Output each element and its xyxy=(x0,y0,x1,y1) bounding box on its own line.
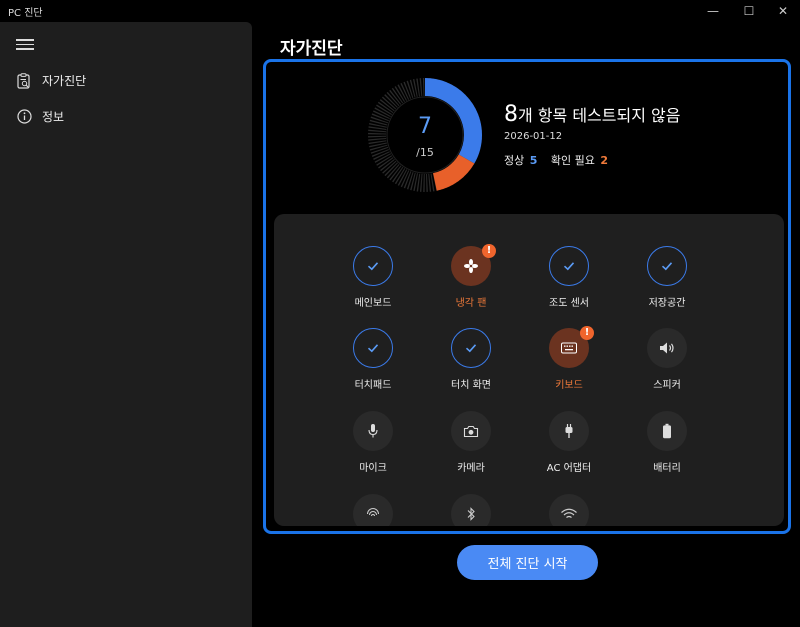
info-icon xyxy=(16,109,32,125)
sidebar-item-label: 자가진단 xyxy=(42,74,87,88)
tile-fan-1[interactable]: ! 냉각 팬 xyxy=(422,244,520,316)
start-full-diagnosis-button[interactable]: 전체 진단 시작 xyxy=(457,545,598,580)
tile-battery-11[interactable]: 배터리 xyxy=(618,411,716,481)
check-icon xyxy=(451,328,491,368)
plug-icon xyxy=(549,411,589,451)
tile-bluetooth-13[interactable] xyxy=(422,494,520,526)
warning-label: 확인 필요 xyxy=(550,154,595,167)
tile-camera-9[interactable]: 카메라 xyxy=(422,411,520,481)
tile-check-5[interactable]: 터치 화면 xyxy=(422,328,520,398)
diagnosis-panel: 7 /15 8개 항목 테스트되지 않음 2026-01-12 정상 5 확인 … xyxy=(263,59,791,534)
clipboard-search-icon xyxy=(16,72,32,89)
test-date: 2026-01-12 xyxy=(504,131,563,142)
fingerprint-icon xyxy=(353,494,393,526)
sidebar-item-self-diagnosis[interactable]: 자가진단 xyxy=(16,72,86,89)
tile-check-2[interactable]: 조도 센서 xyxy=(520,246,618,316)
tile-label: 배터리 xyxy=(653,463,681,474)
normal-count: 5 xyxy=(529,154,538,167)
tile-microphone-8[interactable]: 마이크 xyxy=(324,411,422,481)
tile-label: 저장공간 xyxy=(648,298,686,309)
score-donut: 7 /15 xyxy=(366,76,484,194)
tile-label: 마이크 xyxy=(359,463,387,474)
camera-icon xyxy=(451,411,491,451)
summary: 8개 항목 테스트되지 않음 2026-01-12 정상 5 확인 필요 2 xyxy=(504,102,680,168)
warning-count: 2 xyxy=(600,154,609,167)
hamburger-icon[interactable] xyxy=(16,36,34,52)
maximize-button[interactable]: ☐ xyxy=(730,0,768,22)
tile-label: 메인보드 xyxy=(354,298,392,309)
check-icon xyxy=(549,246,589,286)
warning-badge-icon: ! xyxy=(580,326,594,340)
app-title: PC 진단 xyxy=(8,7,43,19)
tile-keyboard-6[interactable]: ! 키보드 xyxy=(520,326,618,398)
title-bar: PC 진단 xyxy=(0,0,800,22)
tile-label: 스피커 xyxy=(653,380,681,391)
page-title: 자가진단 xyxy=(280,39,343,59)
sidebar-item-label: 정보 xyxy=(42,110,65,124)
warning-badge-icon: ! xyxy=(482,244,496,258)
sidebar-item-info[interactable]: 정보 xyxy=(16,108,64,125)
tile-label: 냉각 팬 xyxy=(455,298,487,309)
tile-wifi-14[interactable] xyxy=(520,494,618,526)
check-icon xyxy=(353,328,393,368)
tile-fingerprint-12[interactable] xyxy=(324,494,422,526)
tile-label: 카메라 xyxy=(457,463,485,474)
tile-label: AC 어댑터 xyxy=(546,463,592,474)
untested-count: 8 xyxy=(504,102,518,127)
tile-check-0[interactable]: 메인보드 xyxy=(324,246,422,316)
check-icon xyxy=(353,246,393,286)
tile-label: 터치패드 xyxy=(354,380,392,391)
close-button[interactable]: ✕ xyxy=(764,0,800,22)
check-icon xyxy=(647,246,687,286)
tested-count: 7 xyxy=(418,114,432,139)
tile-label: 키보드 xyxy=(555,380,583,391)
tile-plug-10[interactable]: AC 어댑터 xyxy=(520,411,618,481)
component-grid: 메인보드! 냉각 팬 조도 센서 저장공간 터치패드 터치 화면! 키보드 스피커 마이크 카메라… xyxy=(274,214,784,526)
tile-check-3[interactable]: 저장공간 xyxy=(618,246,716,316)
untested-headline: 8개 항목 테스트되지 않음 xyxy=(504,102,680,127)
minimize-button[interactable]: — xyxy=(694,0,732,22)
microphone-icon xyxy=(353,411,393,451)
status-counts: 정상 5 확인 필요 2 xyxy=(504,152,680,168)
tile-label: 터치 화면 xyxy=(451,380,491,391)
tile-speaker-7[interactable]: 스피커 xyxy=(618,328,716,398)
tile-label: 조도 센서 xyxy=(549,298,589,309)
wifi-icon xyxy=(549,494,589,526)
sidebar: 자가진단 정보 xyxy=(0,22,252,627)
normal-label: 정상 xyxy=(504,154,525,167)
bluetooth-icon xyxy=(451,494,491,526)
battery-icon xyxy=(647,411,687,451)
speaker-icon xyxy=(647,328,687,368)
total-count: /15 xyxy=(416,146,434,159)
tile-check-4[interactable]: 터치패드 xyxy=(324,328,422,398)
untested-text: 개 항목 테스트되지 않음 xyxy=(518,106,681,125)
